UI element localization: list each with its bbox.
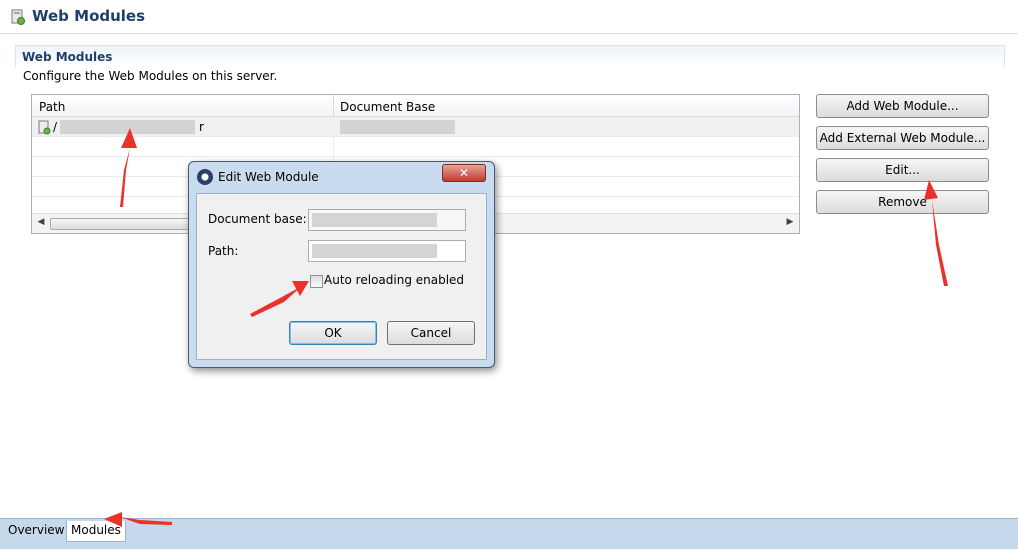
remove-button[interactable]: Remove <box>816 190 989 214</box>
editor-header: Web Modules <box>0 0 1018 34</box>
document-base-label: Document base: <box>208 212 307 226</box>
redacted-document-base <box>340 120 455 134</box>
path-label: Path: <box>208 244 239 258</box>
auto-reload-label[interactable]: Auto reloading enabled <box>324 273 464 287</box>
editor-title: Web Modules <box>32 7 146 25</box>
scroll-left-icon[interactable]: ◀ <box>34 217 48 227</box>
section-header[interactable]: Web Modules <box>15 45 1005 67</box>
server-icon <box>11 9 25 25</box>
section-title: Web Modules <box>22 50 113 64</box>
redacted-path-value <box>312 244 437 258</box>
ok-button[interactable]: OK <box>289 321 377 345</box>
row-path: / <box>53 120 58 134</box>
add-external-web-module-button[interactable]: Add External Web Module... <box>816 126 989 150</box>
dialog-title: Edit Web Module <box>218 170 319 184</box>
column-header-path[interactable]: Path <box>39 100 65 114</box>
table-header: Path Document Base <box>32 95 799 117</box>
eclipse-icon <box>197 169 213 185</box>
document-base-field[interactable] <box>308 209 466 231</box>
column-divider[interactable] <box>333 95 334 117</box>
editor-tab-bar: Overview Modules <box>0 518 1018 549</box>
column-header-document-base[interactable]: Document Base <box>340 100 435 114</box>
redacted-path <box>60 120 195 134</box>
tab-overview[interactable]: Overview <box>4 521 69 542</box>
web-modules-section: Web Modules Configure the Web Modules on… <box>15 45 1005 87</box>
dialog-body: Document base: Path: Auto reloading enab… <box>196 193 487 360</box>
scroll-right-icon[interactable]: ▶ <box>783 217 797 227</box>
add-web-module-button[interactable]: Add Web Module... <box>816 94 989 118</box>
path-field[interactable] <box>308 240 466 262</box>
table-row-empty <box>32 137 799 157</box>
edit-button[interactable]: Edit... <box>816 158 989 182</box>
tab-modules[interactable]: Modules <box>66 521 126 542</box>
web-module-icon <box>38 120 51 135</box>
auto-reload-checkbox[interactable] <box>310 275 323 288</box>
cancel-button[interactable]: Cancel <box>387 321 475 345</box>
table-row[interactable]: / r <box>32 117 799 137</box>
redacted-document-base-value <box>312 213 437 227</box>
section-description: Configure the Web Modules on this server… <box>23 69 278 83</box>
close-icon[interactable]: ✕ <box>442 164 486 182</box>
row-path-suffix: r <box>199 120 204 134</box>
edit-web-module-dialog: Edit Web Module ✕ Document base: Path: A… <box>188 161 495 368</box>
